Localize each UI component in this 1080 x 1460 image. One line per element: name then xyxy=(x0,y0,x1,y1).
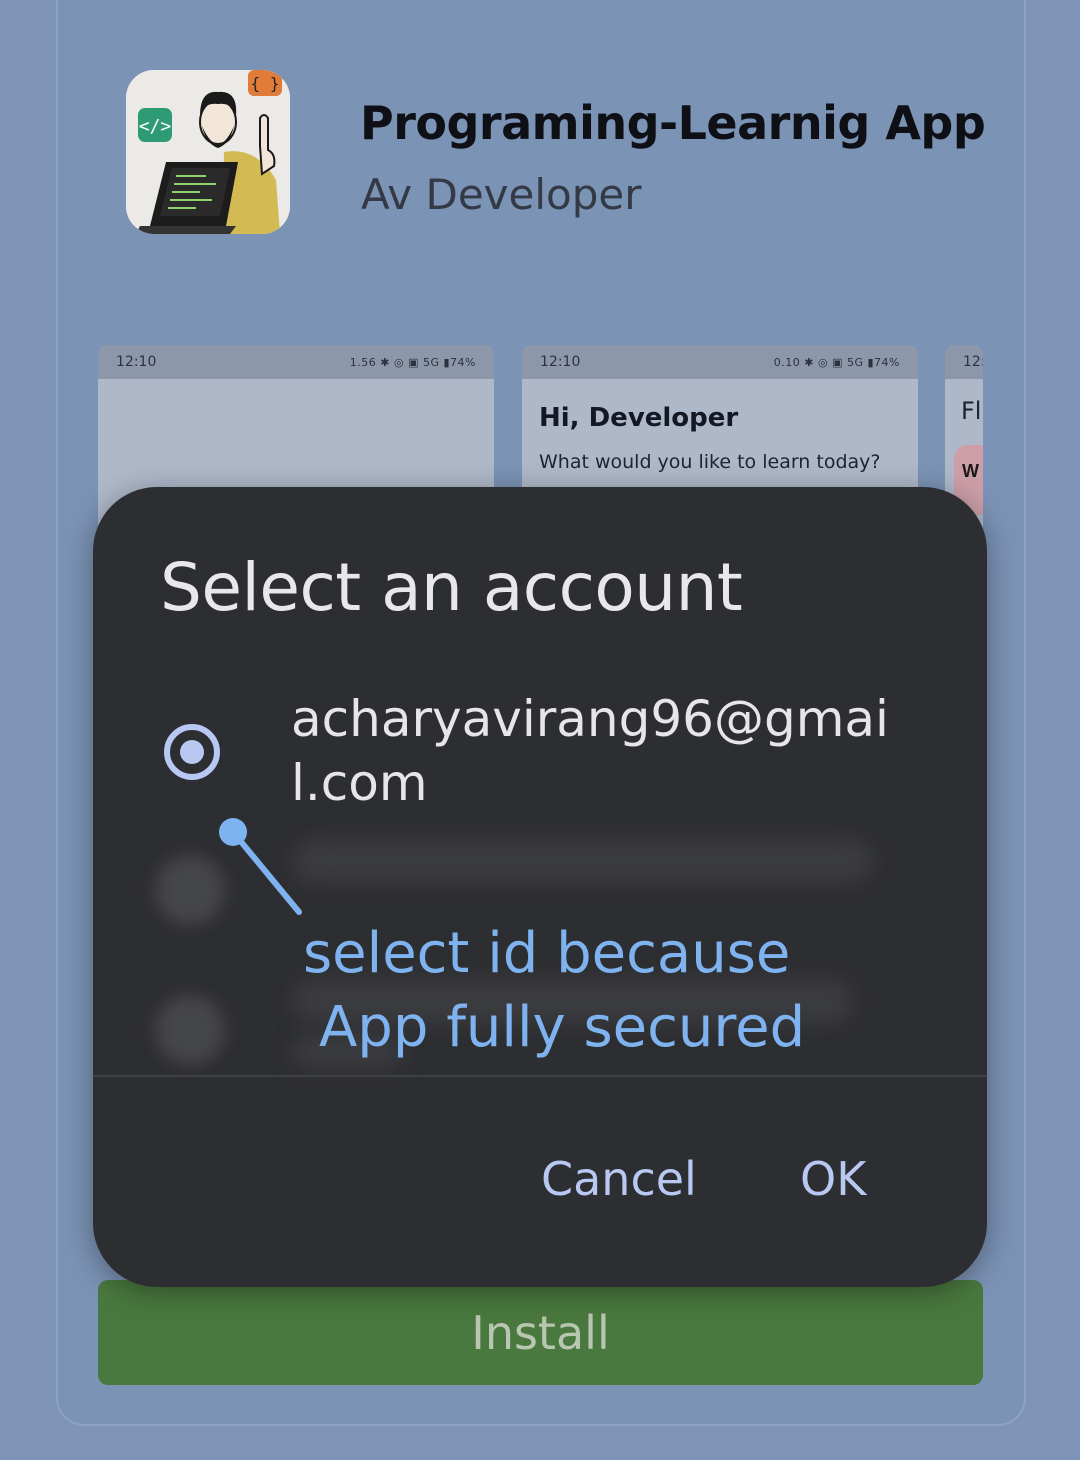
blurred-account-email[interactable] xyxy=(293,839,873,883)
dialog-divider xyxy=(93,1075,987,1077)
account-picker-dialog: Select an account acharyavirang96@gmail.… xyxy=(93,487,987,1287)
annotation-text: select id because App fully secured xyxy=(303,917,805,1065)
status-icons: 0.10 ✱ ◎ ▣ 5G ▮74% xyxy=(773,355,900,369)
app-developer[interactable]: Av Developer xyxy=(361,170,642,219)
status-bar: 12:10 1.56 ✱ ◎ ▣ 5G ▮74% xyxy=(98,345,494,379)
status-time: 12: xyxy=(963,354,983,370)
dialog-title: Select an account xyxy=(160,549,743,626)
status-icons: 1.56 ✱ ◎ ▣ 5G ▮74% xyxy=(349,355,476,369)
blurred-account-radio[interactable] xyxy=(155,995,225,1065)
status-time: 12:10 xyxy=(540,354,581,370)
annotation-pointer-icon xyxy=(219,818,302,915)
app-title: Programing-Learnig App xyxy=(360,96,986,150)
annotation-line-2: App fully secured xyxy=(319,995,806,1060)
cancel-button[interactable]: Cancel xyxy=(541,1152,697,1206)
ok-button[interactable]: OK xyxy=(800,1152,866,1206)
status-bar: 12:10 0.10 ✱ ◎ ▣ 5G ▮74% xyxy=(522,345,918,379)
app-icon: </> { } xyxy=(126,70,290,234)
svg-text:</>: </> xyxy=(139,116,172,137)
screenshot-heading: Fl xyxy=(961,397,982,425)
svg-text:{ }: { } xyxy=(251,74,280,93)
account-email[interactable]: acharyavirang96@gmail.com xyxy=(291,687,891,815)
install-button[interactable]: Install xyxy=(98,1280,983,1385)
status-bar: 12: xyxy=(945,345,983,379)
screenshot-subtitle: What would you like to learn today? xyxy=(539,451,881,473)
annotation-line-1: select id because xyxy=(303,921,791,986)
account-radio-selected[interactable] xyxy=(164,724,220,780)
screenshot-greeting: Hi, Developer xyxy=(539,403,739,433)
status-time: 12:10 xyxy=(116,354,157,370)
